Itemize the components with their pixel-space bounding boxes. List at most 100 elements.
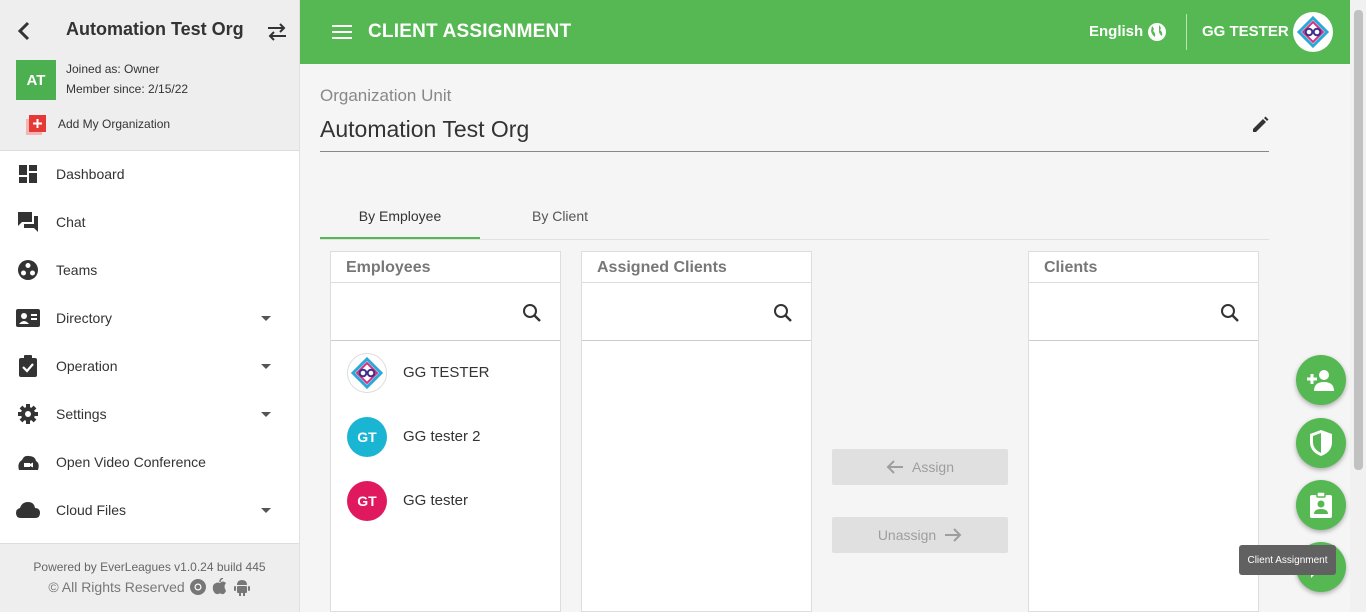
user-avatar[interactable]	[1293, 12, 1333, 52]
add-user-fab[interactable]	[1296, 355, 1346, 405]
client-assignment-fab[interactable]	[1296, 480, 1346, 530]
employees-panel: Employees GG TESTER GT GG tester 2 GT GG…	[330, 251, 561, 612]
sidebar-item-label: Dashboard	[56, 166, 125, 182]
qa-logo-icon	[1296, 15, 1330, 49]
add-organization-link[interactable]: Add My Organization	[58, 117, 170, 131]
gear-icon	[16, 402, 40, 426]
hamburger-menu-icon[interactable]	[332, 22, 352, 42]
sidebar-item-label: Operation	[56, 358, 118, 374]
directory-icon	[16, 306, 40, 330]
globe-icon[interactable]	[1147, 22, 1167, 42]
employee-name: GG tester	[403, 492, 469, 509]
sidebar-item-label: Settings	[56, 406, 107, 422]
assignment-ind-icon	[1310, 491, 1332, 518]
tab-bar: By Employee By Client	[320, 198, 1269, 240]
assigned-clients-search-input[interactable]	[582, 283, 811, 341]
employee-row[interactable]: GG TESTER	[331, 341, 560, 405]
tab-by-employee[interactable]: By Employee	[320, 208, 480, 224]
employee-name: GG tester 2	[403, 428, 481, 445]
sidebar-item-directory[interactable]: Directory	[0, 294, 299, 342]
rights-text: © All Rights Reserved	[48, 579, 185, 595]
clients-search-input[interactable]	[1029, 283, 1258, 341]
scroll-thumb[interactable]	[1354, 10, 1363, 470]
sidebar-item-operation[interactable]: Operation	[0, 342, 299, 390]
org-unit-underline	[320, 151, 1269, 152]
assign-label: Assign	[911, 459, 955, 475]
powered-by: Powered by EverLeagues v1.0.24 build 445	[33, 560, 266, 574]
sidebar-nav: Dashboard Chat Teams Directory Operation…	[0, 150, 299, 534]
tab-by-client[interactable]: By Client	[480, 208, 640, 224]
sidebar-footer: Powered by EverLeagues v1.0.24 build 445…	[0, 543, 299, 612]
sidebar-header: Automation Test Org AT Joined as: Owner …	[0, 0, 299, 151]
rights-line: © All Rights Reserved	[0, 578, 299, 596]
teams-icon	[16, 258, 40, 282]
security-fab[interactable]	[1296, 418, 1346, 468]
chevron-down-icon[interactable]	[261, 363, 271, 369]
sidebar-item-dashboard[interactable]: Dashboard	[0, 150, 299, 198]
page-scrollbar[interactable]	[1350, 0, 1366, 612]
video-conference-icon	[16, 450, 40, 474]
android-icon[interactable]	[233, 578, 251, 596]
top-app-bar: CLIENT ASSIGNMENT English GG TESTER	[300, 0, 1350, 64]
header-divider	[1186, 14, 1187, 50]
apple-icon[interactable]	[211, 578, 229, 596]
sidebar-item-label: Cloud Files	[56, 502, 127, 518]
cloud-icon	[16, 498, 40, 522]
clients-panel: Clients	[1028, 251, 1259, 612]
sidebar-item-label: Open Video Conference	[56, 454, 206, 470]
assign-button[interactable]: Assign	[832, 449, 1008, 485]
joined-as: Joined as: Owner	[66, 62, 160, 76]
search-icon[interactable]	[1220, 303, 1240, 323]
avatar: GT	[347, 417, 387, 457]
dashboard-icon	[16, 162, 40, 186]
fab-tooltip: Client Assignment	[1239, 545, 1336, 575]
swap-icon[interactable]	[266, 21, 288, 43]
qa-logo-icon	[350, 356, 384, 390]
sidebar-item-label: Chat	[56, 214, 86, 230]
panel-title: Assigned Clients	[582, 252, 811, 283]
employee-name: GG TESTER	[403, 364, 490, 381]
sidebar-item-label: Teams	[56, 262, 98, 278]
page-title: CLIENT ASSIGNMENT	[368, 21, 572, 42]
language-selector[interactable]: English	[1089, 23, 1143, 40]
employee-row[interactable]: GT GG tester	[331, 469, 560, 533]
sidebar: Automation Test Org AT Joined as: Owner …	[0, 0, 300, 612]
avatar: GT	[347, 481, 387, 521]
org-avatar: AT	[16, 60, 56, 100]
unassign-label: Unassign	[877, 527, 937, 543]
org-name: Automation Test Org	[66, 19, 244, 39]
chrome-icon[interactable]	[189, 578, 207, 596]
sidebar-item-cloud-files[interactable]: Cloud Files	[0, 486, 299, 534]
chat-icon	[16, 210, 40, 234]
arrow-right-icon	[945, 528, 962, 542]
panel-title: Clients	[1029, 252, 1258, 283]
operation-icon	[16, 354, 40, 378]
employee-row[interactable]: GT GG tester 2	[331, 405, 560, 469]
chevron-down-icon[interactable]	[261, 315, 271, 321]
search-icon[interactable]	[522, 303, 542, 323]
person-add-icon	[1307, 370, 1334, 391]
sidebar-item-settings[interactable]: Settings	[0, 390, 299, 438]
sidebar-item-video-conference[interactable]: Open Video Conference	[0, 438, 299, 486]
org-unit-value[interactable]: Automation Test Org	[320, 116, 529, 143]
chevron-down-icon[interactable]	[261, 411, 271, 417]
sidebar-item-teams[interactable]: Teams	[0, 246, 299, 294]
add-organization-icon[interactable]	[26, 115, 46, 135]
arrow-left-icon	[886, 460, 903, 474]
member-since: Member since: 2/15/22	[66, 82, 189, 96]
unassign-button[interactable]: Unassign	[832, 517, 1008, 553]
sidebar-item-chat[interactable]: Chat	[0, 198, 299, 246]
org-unit-label: Organization Unit	[320, 86, 452, 105]
back-arrow-icon[interactable]	[14, 20, 34, 42]
avatar	[347, 353, 387, 393]
edit-pencil-icon[interactable]	[1251, 116, 1269, 134]
shield-icon	[1310, 430, 1332, 456]
search-icon[interactable]	[773, 303, 793, 323]
sidebar-item-label: Directory	[56, 310, 113, 326]
panel-title: Employees	[331, 252, 560, 283]
user-name[interactable]: GG TESTER	[1202, 23, 1289, 40]
active-tab-indicator	[320, 237, 480, 239]
employees-search-input[interactable]	[331, 283, 560, 341]
main-content: Organization Unit Automation Test Org By…	[300, 64, 1350, 612]
chevron-down-icon[interactable]	[261, 507, 271, 513]
